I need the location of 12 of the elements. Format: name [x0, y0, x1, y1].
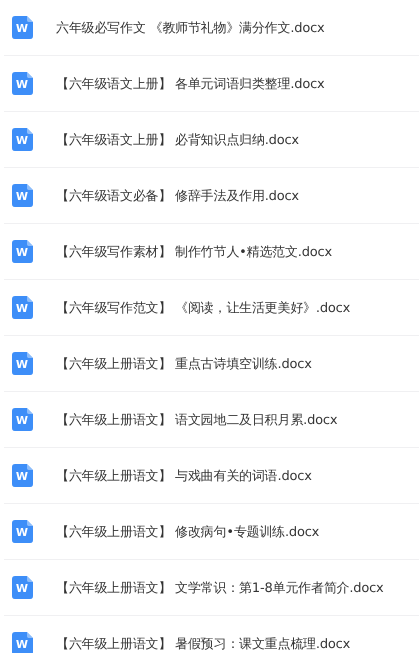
file-name[interactable]: 【六年级上册语文】 文学常识：第1-8单元作者简介.docx	[56, 578, 384, 596]
file-name[interactable]: 【六年级语文上册】 必背知识点归纳.docx	[56, 130, 299, 148]
file-name[interactable]: 【六年级写作范文】 《阅读，让生活更美好》.docx	[56, 298, 350, 316]
file-name[interactable]: 【六年级上册语文】 暑假预习：课文重点梳理.docx	[56, 634, 350, 652]
file-name[interactable]: 【六年级上册语文】 与戏曲有关的词语.docx	[56, 466, 312, 484]
file-name[interactable]: 【六年级上册语文】 语文园地二及日积月累.docx	[56, 410, 338, 428]
file-name[interactable]: 【六年级上册语文】 修改病句•专题训练.docx	[56, 522, 320, 540]
file-name[interactable]: 六年级必写作文 《教师节礼物》满分作文.docx	[56, 18, 325, 36]
file-name[interactable]: 【六年级上册语文】 重点古诗填空训练.docx	[56, 354, 312, 372]
file-name[interactable]: 【六年级语文上册】 各单元词语归类整理.docx	[56, 74, 325, 92]
file-name[interactable]: 【六年级写作素材】 制作竹节人•精选范文.docx	[56, 242, 332, 260]
file-name[interactable]: 【六年级语文必备】 修辞手法及作用.docx	[56, 186, 299, 204]
